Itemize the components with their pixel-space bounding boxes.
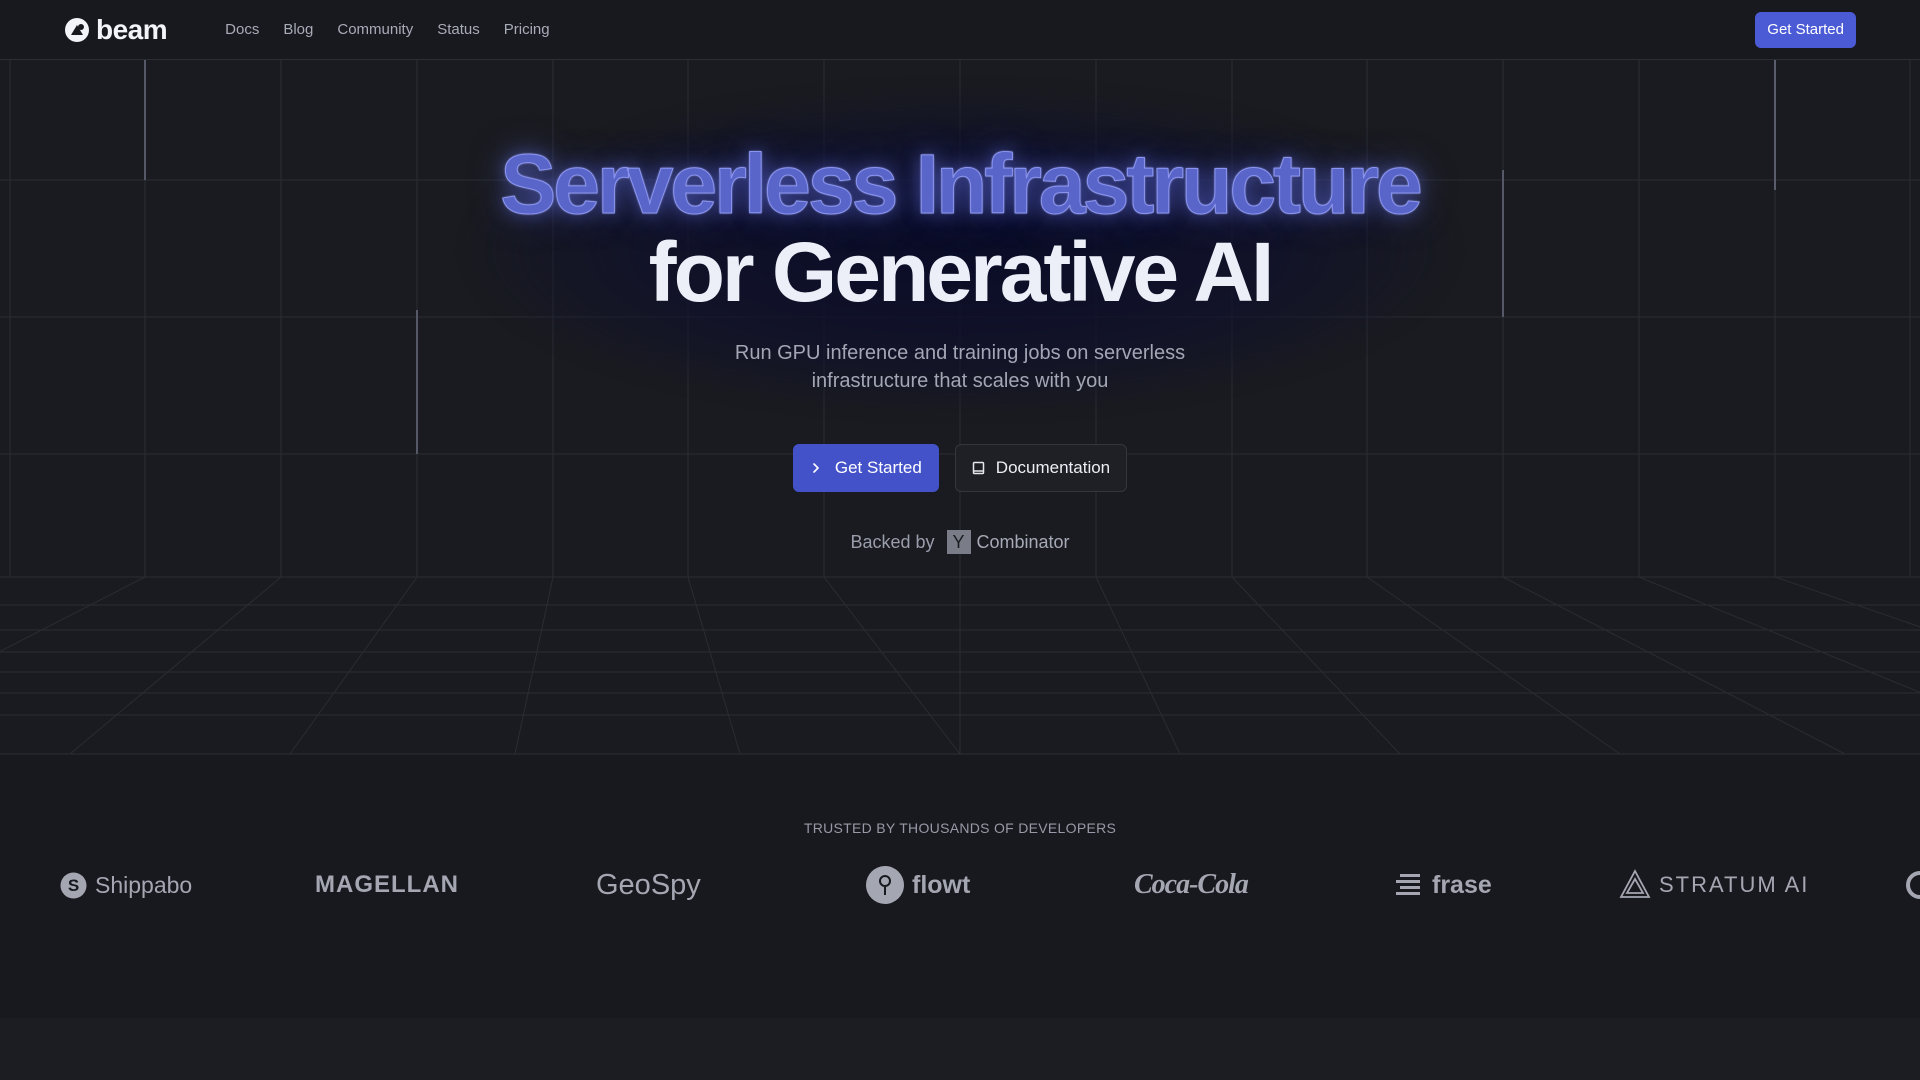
shippabo-logo: S Shippabo	[60, 855, 192, 915]
flowt-icon	[866, 866, 904, 904]
y-combinator-mark: Y	[946, 530, 971, 554]
headline-line-1: Serverless Infrastructure	[500, 137, 1424, 231]
geospy-wordmark: GeoSpy	[596, 868, 701, 901]
hero-section: Serverless Infrastructure for Generative…	[0, 60, 1920, 755]
frase-icon	[1396, 874, 1420, 895]
chevron-right-icon	[809, 461, 823, 475]
svg-text:S: S	[68, 876, 79, 895]
hero-cta-row: Get Started Documentation	[0, 444, 1920, 492]
brand-logo[interactable]: beam	[64, 13, 168, 46]
partial-logo	[1906, 855, 1920, 915]
top-nav-bar: beam Docs Blog Community Status Pricing …	[0, 0, 1920, 60]
nav-blog[interactable]: Blog	[271, 21, 325, 38]
headline-line-2: for Generative AI	[648, 225, 1275, 319]
brand-name: beam	[96, 13, 168, 45]
beam-logo-icon	[65, 17, 89, 42]
header-get-started-button[interactable]: Get Started	[1755, 11, 1856, 48]
stratum-ai-logo: STRATUM AI	[1619, 855, 1809, 915]
y-combinator-logo: Y Combinator	[946, 530, 1070, 554]
subtitle-line-2: infrastructure that scales with you	[811, 370, 1109, 392]
trusted-by-section: TRUSTED BY THOUSANDS OF DEVELOPERS S Shi…	[0, 755, 1920, 1018]
coca-cola-logo: Coca-Cola	[1134, 855, 1249, 915]
coca-cola-wordmark: Coca-Cola	[1134, 869, 1249, 900]
partial-logo-icon	[1906, 871, 1920, 899]
flowt-logo: flowt	[866, 855, 970, 915]
documentation-button[interactable]: Documentation	[954, 444, 1128, 492]
trusted-title: TRUSTED BY THOUSANDS OF DEVELOPERS	[803, 820, 1117, 836]
stratum-ai-wordmark: STRATUM AI	[1659, 872, 1810, 897]
magellan-wordmark: MAGELLAN	[315, 871, 459, 898]
get-started-label: Get Started	[834, 458, 922, 477]
nav-pricing[interactable]: Pricing	[492, 21, 562, 38]
flowt-wordmark: flowt	[912, 870, 971, 899]
stratum-ai-icon	[1619, 869, 1651, 898]
documentation-label: Documentation	[995, 458, 1111, 477]
shippabo-wordmark: Shippabo	[95, 871, 193, 898]
main-nav: Docs Blog Community Status Pricing	[213, 21, 561, 38]
book-icon	[972, 461, 986, 475]
backed-by-text: Backed by	[850, 531, 935, 552]
subtitle-line-1: Run GPU inference and training jobs on s…	[734, 342, 1186, 364]
hero-subtitle: Run GPU inference and training jobs on s…	[0, 339, 1920, 395]
nav-docs[interactable]: Docs	[213, 21, 271, 38]
hero-get-started-button[interactable]: Get Started	[792, 444, 939, 492]
geospy-logo: GeoSpy	[596, 855, 701, 915]
y-combinator-name: Combinator	[976, 531, 1070, 552]
magellan-logo: MAGELLAN	[315, 855, 459, 915]
nav-status[interactable]: Status	[425, 21, 492, 38]
frase-wordmark: frase	[1432, 870, 1492, 899]
shippabo-icon: S	[60, 872, 87, 898]
backed-by-row: Backed by Y Combinator	[0, 530, 1920, 554]
next-section-band	[0, 1018, 1920, 1080]
hero-headline: Serverless Infrastructure for Generative…	[0, 137, 1920, 319]
customer-logos-strip: S Shippabo MAGELLAN GeoSpy flowt Coca-Co…	[0, 855, 1920, 915]
nav-community[interactable]: Community	[325, 21, 425, 38]
frase-logo: frase	[1396, 855, 1492, 915]
